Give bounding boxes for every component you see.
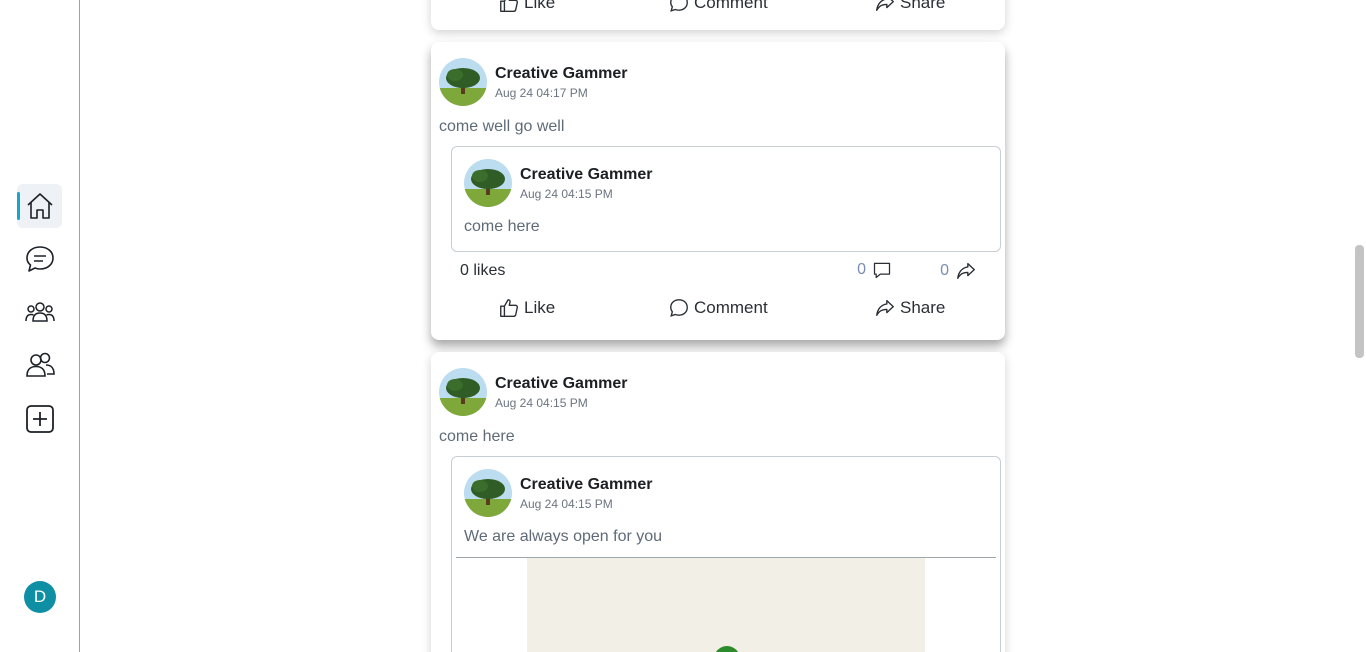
nav-messages[interactable] (17, 237, 62, 281)
user-avatar[interactable]: D (24, 581, 56, 613)
post-timestamp: Aug 24 04:15 PM (520, 186, 613, 201)
author-avatar[interactable] (464, 469, 512, 517)
author-name[interactable]: Creative Gammer (520, 476, 653, 494)
thumbs-up-icon (500, 299, 518, 317)
post-card: Creative Gammer Aug 24 04:15 PM come her… (431, 352, 1005, 652)
share-arrow-icon (876, 299, 894, 317)
share-label: Share (900, 0, 946, 12)
shares-count[interactable]: 0 (940, 260, 977, 282)
comment-button[interactable]: Comment (668, 297, 768, 319)
community-icon (24, 302, 55, 322)
post-timestamp: Aug 24 04:15 PM (495, 395, 588, 410)
tree-avatar-image (439, 58, 487, 106)
like-button[interactable]: Like (498, 297, 555, 319)
chat-bubbles-icon (25, 246, 54, 272)
share-arrow-icon (957, 262, 975, 280)
shared-post[interactable]: Creative Gammer Aug 24 04:15 PM come her… (451, 146, 1001, 252)
author-name[interactable]: Creative Gammer (520, 166, 653, 184)
tree-avatar-image (464, 159, 512, 207)
nav-home[interactable] (17, 184, 62, 228)
post-timestamp: Aug 24 04:17 PM (495, 85, 588, 100)
comment-label: Comment (694, 0, 768, 12)
share-button[interactable]: Share (874, 297, 945, 319)
author-name[interactable]: Creative Gammer (495, 375, 628, 393)
shared-post[interactable]: Creative Gammer Aug 24 04:15 PM We are a… (451, 456, 1001, 652)
share-arrow-icon (876, 0, 894, 12)
shared-post-author[interactable]: Creative Gammer Aug 24 04:15 PM (464, 469, 653, 517)
comment-label: Comment (694, 298, 768, 317)
post-author[interactable]: Creative Gammer Aug 24 04:17 PM (439, 58, 628, 106)
post-card: Creative Gammer Aug 24 04:17 PM come wel… (431, 42, 1005, 340)
post-card-previous: Like Comment Share (431, 0, 1005, 30)
tree-avatar-image (439, 368, 487, 416)
like-label: Like (524, 0, 556, 12)
share-button[interactable]: Share (874, 0, 945, 14)
likes-count[interactable]: 0 likes (460, 262, 505, 280)
author-avatar[interactable] (439, 368, 487, 416)
shared-post-text: We are always open for you (464, 528, 663, 545)
nav-groups[interactable] (17, 290, 62, 334)
nav-create-post[interactable] (17, 397, 62, 441)
post-author[interactable]: Creative Gammer Aug 24 04:15 PM (439, 368, 628, 416)
author-avatar[interactable] (439, 58, 487, 106)
post-timestamp: Aug 24 04:15 PM (520, 496, 613, 511)
shared-post-author[interactable]: Creative Gammer Aug 24 04:15 PM (464, 159, 653, 207)
author-name[interactable]: Creative Gammer (495, 65, 628, 83)
like-label: Like (524, 298, 556, 317)
shares-count-value: 0 (940, 262, 949, 279)
comment-square-icon (873, 262, 891, 279)
add-post-icon (25, 405, 54, 433)
post-stats: 0 likes 0 0 (460, 260, 977, 284)
comment-button[interactable]: Comment (668, 0, 768, 14)
location-map[interactable] (527, 558, 925, 652)
comment-icon (670, 0, 688, 12)
like-button[interactable]: Like (498, 0, 555, 14)
thumbs-up-icon (500, 0, 518, 12)
comments-count-value: 0 (857, 261, 866, 278)
post-text: come well go well (439, 118, 565, 135)
map-pin-icon (714, 646, 740, 652)
comment-icon (670, 299, 688, 317)
post-actions: Like Comment Share (431, 0, 1005, 16)
scrollbar-thumb[interactable] (1355, 245, 1364, 358)
tree-avatar-image (464, 469, 512, 517)
home-icon (26, 193, 53, 219)
post-actions: Like Comment Share (431, 297, 1005, 321)
friends-icon (25, 352, 55, 377)
share-label: Share (900, 298, 946, 317)
shared-post-text: come here (464, 218, 540, 235)
app-page: D Like Comment Share Creative Gammer Aug… (0, 0, 1366, 652)
post-text: come here (439, 428, 515, 445)
author-avatar[interactable] (464, 159, 512, 207)
nav-friends[interactable] (17, 343, 62, 387)
comments-count[interactable]: 0 (857, 260, 892, 280)
sidebar: D (0, 0, 80, 652)
scrollbar[interactable] (1352, 0, 1366, 652)
